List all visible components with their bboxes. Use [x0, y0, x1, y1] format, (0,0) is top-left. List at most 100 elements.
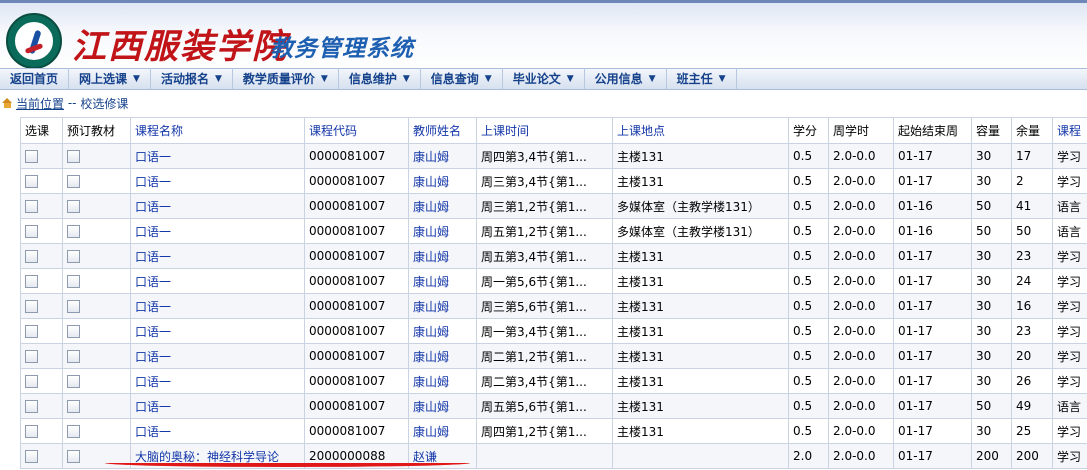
- cell-teacher[interactable]: 康山姆: [408, 368, 477, 394]
- select-checkbox[interactable]: [25, 300, 38, 313]
- nav-item-2[interactable]: 活动报名 ▼: [151, 68, 233, 90]
- cell-teacher[interactable]: 康山姆: [408, 293, 477, 319]
- cell-place: 主楼131: [612, 343, 789, 369]
- cell-time: 周四第1,2节{第1...: [476, 418, 613, 444]
- select-checkbox[interactable]: [25, 200, 38, 213]
- textbook-checkbox[interactable]: [67, 150, 80, 163]
- column-header-4[interactable]: 教师姓名: [408, 117, 477, 144]
- textbook-checkbox[interactable]: [67, 350, 80, 363]
- nav-item-8[interactable]: 班主任 ▼: [667, 68, 737, 90]
- cell-name[interactable]: 口语一: [130, 418, 305, 444]
- cell-name[interactable]: 口语一: [130, 368, 305, 394]
- cell-name[interactable]: 口语一: [130, 343, 305, 369]
- select-checkbox[interactable]: [25, 450, 38, 463]
- select-checkbox[interactable]: [25, 400, 38, 413]
- cell-teacher[interactable]: 康山姆: [408, 193, 477, 219]
- select-checkbox[interactable]: [25, 425, 38, 438]
- column-header-2[interactable]: 课程名称: [130, 117, 305, 144]
- cell-credit: 0.5: [788, 318, 829, 344]
- nav-item-label: 信息查询: [430, 72, 479, 86]
- cell-teacher[interactable]: 康山姆: [408, 393, 477, 419]
- textbook-checkbox[interactable]: [67, 225, 80, 238]
- nav-item-label: 公用信息: [594, 72, 643, 86]
- textbook-checkbox[interactable]: [67, 200, 80, 213]
- cell-hours: 2.0-0.0: [828, 418, 894, 444]
- nav-item-4[interactable]: 信息维护 ▼: [339, 68, 421, 90]
- select-checkbox[interactable]: [25, 375, 38, 388]
- textbook-checkbox[interactable]: [67, 250, 80, 263]
- cell-type: 语言: [1052, 393, 1087, 419]
- cell-time: 周五第1,2节{第1...: [476, 218, 613, 244]
- cell-time: 周三第5,6节{第1...: [476, 293, 613, 319]
- cell-name[interactable]: 口语一: [130, 218, 305, 244]
- textbook-checkbox[interactable]: [67, 375, 80, 388]
- cell-capacity: 30: [971, 168, 1012, 194]
- cell-code: 0000081007: [304, 418, 409, 444]
- select-checkbox[interactable]: [25, 150, 38, 163]
- cell-code: 0000081007: [304, 343, 409, 369]
- table-row: 口语一 0000081007 康山姆 周一第5,6节{第1... 主楼131 0.5 2.0…: [20, 268, 1087, 294]
- textbook-checkbox[interactable]: [67, 175, 80, 188]
- textbook-checkbox-cell: [62, 218, 131, 244]
- column-header-9: 起始结束周: [893, 117, 972, 144]
- select-checkbox[interactable]: [25, 250, 38, 263]
- cell-teacher[interactable]: 康山姆: [408, 268, 477, 294]
- textbook-checkbox[interactable]: [67, 425, 80, 438]
- chevron-down-icon: ▼: [648, 74, 656, 84]
- cell-weeks: 01-17: [893, 243, 972, 269]
- cell-teacher[interactable]: 康山姆: [408, 343, 477, 369]
- cell-code: 0000081007: [304, 393, 409, 419]
- textbook-checkbox[interactable]: [67, 275, 80, 288]
- table-row: 口语一 0000081007 康山姆 周三第3,4节{第1... 主楼131 0.5 2.0…: [20, 168, 1087, 194]
- cell-name[interactable]: 口语一: [130, 143, 305, 169]
- textbook-checkbox[interactable]: [67, 300, 80, 313]
- cell-type: 学习: [1052, 318, 1087, 344]
- cell-teacher[interactable]: 康山姆: [408, 218, 477, 244]
- select-checkbox[interactable]: [25, 325, 38, 338]
- cell-place: 主楼131: [612, 418, 789, 444]
- cell-teacher[interactable]: 康山姆: [408, 418, 477, 444]
- cell-place: 多媒体室（主教学楼131）: [612, 193, 789, 219]
- cell-teacher[interactable]: 康山姆: [408, 318, 477, 344]
- cell-teacher[interactable]: 康山姆: [408, 168, 477, 194]
- cell-time: [476, 443, 613, 469]
- cell-name[interactable]: 口语一: [130, 243, 305, 269]
- textbook-checkbox[interactable]: [67, 400, 80, 413]
- cell-capacity: 30: [971, 418, 1012, 444]
- cell-teacher[interactable]: 康山姆: [408, 143, 477, 169]
- cell-place: 主楼131: [612, 293, 789, 319]
- nav-item-3[interactable]: 教学质量评价 ▼: [233, 68, 339, 90]
- cell-name[interactable]: 口语一: [130, 318, 305, 344]
- column-header-12[interactable]: 课程: [1052, 117, 1087, 144]
- column-header-5[interactable]: 上课时间: [476, 117, 613, 144]
- nav-item-5[interactable]: 信息查询 ▼: [421, 68, 503, 90]
- select-checkbox[interactable]: [25, 350, 38, 363]
- cell-credit: 0.5: [788, 218, 829, 244]
- select-checkbox[interactable]: [25, 225, 38, 238]
- chevron-down-icon: ▼: [320, 74, 328, 84]
- cell-name[interactable]: 口语一: [130, 268, 305, 294]
- breadcrumb-current[interactable]: 当前位置: [16, 95, 64, 112]
- breadcrumb-page: 校选修课: [80, 96, 129, 111]
- column-header-6[interactable]: 上课地点: [612, 117, 789, 144]
- textbook-checkbox[interactable]: [67, 450, 80, 463]
- cell-weeks: 01-17: [893, 368, 972, 394]
- cell-teacher[interactable]: 康山姆: [408, 243, 477, 269]
- cell-weeks: 01-17: [893, 443, 972, 469]
- column-header-3[interactable]: 课程代码: [304, 117, 409, 144]
- cell-name[interactable]: 口语一: [130, 193, 305, 219]
- nav-item-0[interactable]: 返回首页: [0, 68, 70, 90]
- cell-name[interactable]: 口语一: [130, 168, 305, 194]
- nav-item-6[interactable]: 毕业论文 ▼: [503, 68, 585, 90]
- cell-name[interactable]: 口语一: [130, 393, 305, 419]
- nav-item-7[interactable]: 公用信息 ▼: [585, 68, 667, 90]
- nav-item-1[interactable]: 网上选课 ▼: [69, 68, 151, 90]
- select-checkbox[interactable]: [25, 275, 38, 288]
- header-banner: 江西服装学院 教务管理系统: [0, 0, 1087, 69]
- select-checkbox[interactable]: [25, 175, 38, 188]
- cell-weeks: 01-16: [893, 218, 972, 244]
- textbook-checkbox[interactable]: [67, 325, 80, 338]
- cell-remain: 24: [1011, 268, 1053, 294]
- cell-type: 学习: [1052, 293, 1087, 319]
- cell-name[interactable]: 口语一: [130, 293, 305, 319]
